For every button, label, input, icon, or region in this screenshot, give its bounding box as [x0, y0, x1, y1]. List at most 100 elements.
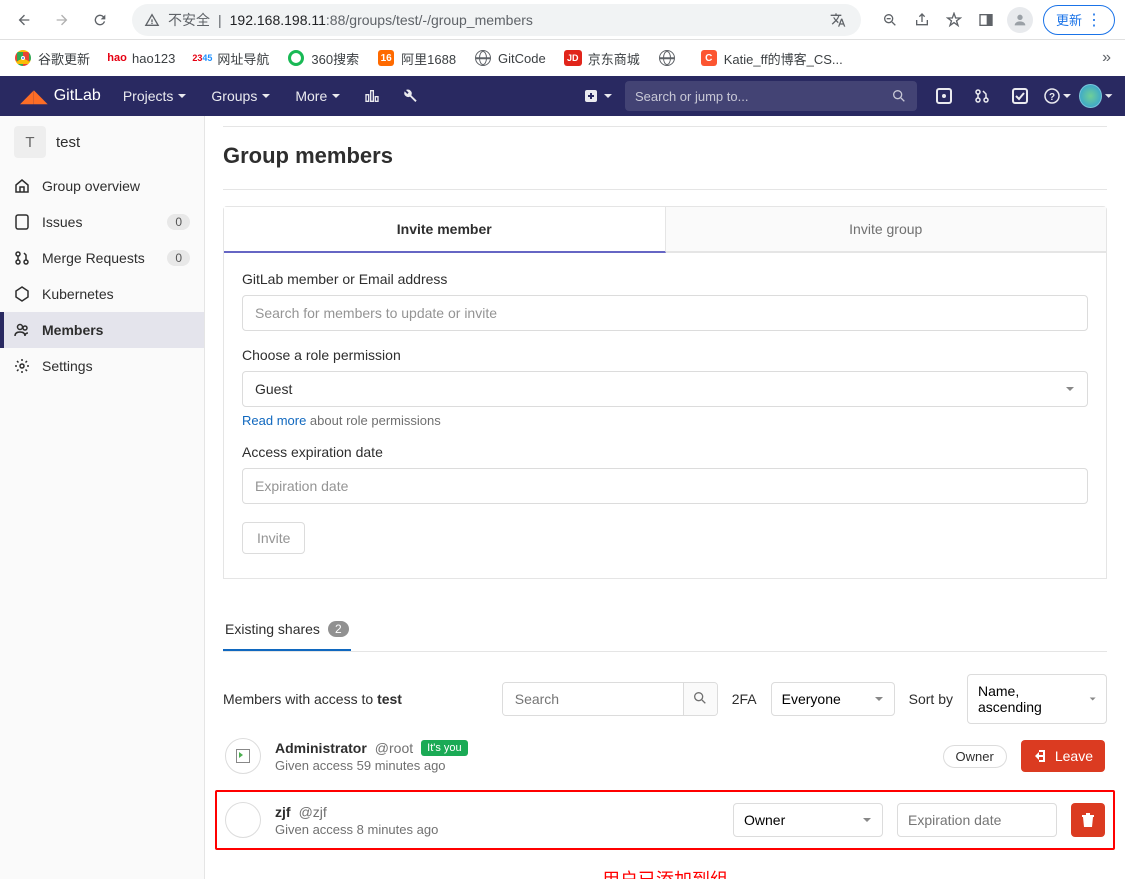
member-handle: @root: [375, 740, 413, 756]
expiration-input[interactable]: [242, 468, 1088, 504]
share-icon[interactable]: [911, 9, 933, 31]
insecure-label: 不安全: [168, 10, 210, 30]
member-filter-search-button[interactable]: [683, 683, 717, 715]
role-help: Read more about role permissions: [242, 413, 1088, 428]
delete-member-button[interactable]: [1071, 803, 1105, 837]
gitlab-logo[interactable]: ◢◣ GitLab: [12, 86, 109, 107]
header-projects[interactable]: Projects: [113, 80, 198, 112]
url-text: 192.168.198.11:88/groups/test/-/group_me…: [230, 12, 819, 28]
member-role-select[interactable]: Owner: [733, 803, 883, 837]
bookmark-empty[interactable]: [658, 49, 682, 67]
user-menu[interactable]: [1079, 80, 1113, 112]
twofa-select[interactable]: Everyone: [771, 682, 895, 716]
divider: [223, 126, 1107, 127]
divider: [223, 189, 1107, 190]
gear-icon: [14, 358, 30, 374]
sidebar-item-merge-requests[interactable]: Merge Requests 0: [0, 240, 204, 276]
help-icon[interactable]: ?: [1041, 80, 1075, 112]
bookmark-hao123[interactable]: haohao123: [108, 49, 175, 67]
search-icon: [891, 88, 907, 104]
member-name[interactable]: zjf: [275, 804, 291, 820]
bookmark-1688[interactable]: 16阿里1688: [377, 49, 456, 68]
invite-form: GitLab member or Email address Choose a …: [223, 253, 1107, 579]
sidepanel-icon[interactable]: [975, 9, 997, 31]
sidebar-item-issues[interactable]: Issues 0: [0, 204, 204, 240]
access-label: Members with access to test: [223, 691, 402, 707]
svg-text:?: ?: [1049, 92, 1055, 103]
header-groups[interactable]: Groups: [201, 80, 281, 112]
update-button[interactable]: 更新⋮: [1043, 5, 1115, 35]
new-menu[interactable]: [581, 80, 615, 112]
page-title: Group members: [223, 143, 1107, 169]
browser-toolbar: 不安全 | 192.168.198.11:88/groups/test/-/gr…: [0, 0, 1125, 40]
members-icon: [14, 322, 30, 338]
gitlab-logo-icon: ◢◣: [20, 86, 48, 107]
bookmark-gitcode[interactable]: GitCode: [474, 49, 546, 67]
member-meta: Given access 59 minutes ago: [275, 758, 929, 773]
sortby-select[interactable]: Name, ascending: [967, 674, 1107, 724]
leave-icon: [1033, 748, 1049, 764]
sidebar-item-kubernetes[interactable]: Kubernetes: [0, 276, 204, 312]
todos-icon[interactable]: [1003, 80, 1037, 112]
tab-invite-member[interactable]: Invite member: [224, 207, 666, 253]
issues-icon[interactable]: [927, 80, 961, 112]
sidebar-group-link[interactable]: T test: [0, 116, 204, 168]
header-search[interactable]: Search or jump to...: [625, 81, 917, 111]
tab-invite-group[interactable]: Invite group: [666, 207, 1107, 252]
bookmarks-bar: 谷歌更新 haohao123 2345网址导航 360搜索 16阿里1688 G…: [0, 40, 1125, 76]
profile-icon[interactable]: [1007, 7, 1033, 33]
insecure-icon: [144, 12, 160, 28]
sidebar: T test Group overview Issues 0 Merge Req…: [0, 116, 205, 879]
star-icon[interactable]: [943, 9, 965, 31]
member-name[interactable]: Administrator: [275, 740, 367, 756]
merge-requests-icon[interactable]: [965, 80, 999, 112]
member-expiration-input[interactable]: [897, 803, 1057, 837]
sidebar-item-overview[interactable]: Group overview: [0, 168, 204, 204]
back-button[interactable]: [10, 6, 38, 34]
activity-icon[interactable]: [355, 80, 389, 112]
read-more-link[interactable]: Read more: [242, 413, 306, 428]
member-meta: Given access 8 minutes ago: [275, 822, 719, 837]
sidebar-item-members[interactable]: Members: [0, 312, 204, 348]
invite-button[interactable]: Invite: [242, 522, 305, 554]
tab-existing-shares[interactable]: Existing shares 2: [223, 609, 351, 651]
header-more[interactable]: More: [285, 80, 351, 112]
bookmarks-overflow[interactable]: »: [1102, 49, 1111, 67]
member-filter-input[interactable]: [503, 683, 683, 715]
bookmark-chrome[interactable]: 谷歌更新: [14, 49, 90, 68]
issues-count: 0: [167, 214, 190, 230]
its-you-badge: It's you: [421, 740, 468, 756]
invite-tabs: Invite member Invite group: [223, 206, 1107, 253]
sortby-label: Sort by: [909, 691, 953, 707]
zoom-icon[interactable]: [879, 9, 901, 31]
role-select[interactable]: Guest: [242, 371, 1088, 407]
issues-sidebar-icon: [14, 214, 30, 230]
reload-button[interactable]: [86, 6, 114, 34]
mr-count: 0: [167, 250, 190, 266]
content: Group members Invite member Invite group…: [205, 116, 1125, 879]
member-label: GitLab member or Email address: [242, 271, 1088, 287]
translate-icon[interactable]: [827, 9, 849, 31]
gitlab-header: ◢◣ GitLab Projects Groups More Search or…: [0, 76, 1125, 116]
avatar: [225, 802, 261, 838]
mr-sidebar-icon: [14, 250, 30, 266]
chevron-down-icon: [1065, 384, 1075, 394]
chevron-down-icon: [874, 694, 884, 704]
bookmark-360[interactable]: 360搜索: [287, 49, 359, 68]
member-row-admin: Administrator @root It's you Given acces…: [223, 724, 1107, 788]
bookmark-csdn[interactable]: CKatie_ff的博客_CS...: [700, 49, 843, 68]
bookmark-jd[interactable]: JD京东商城: [564, 49, 640, 68]
member-search-input[interactable]: [242, 295, 1088, 331]
owner-badge: Owner: [943, 745, 1007, 768]
leave-button[interactable]: Leave: [1021, 740, 1105, 772]
wrench-icon[interactable]: [393, 80, 427, 112]
expiration-label: Access expiration date: [242, 444, 1088, 460]
user-avatar-icon: [1079, 84, 1102, 108]
broken-image-icon: [236, 749, 250, 763]
avatar: [225, 738, 261, 774]
sidebar-item-settings[interactable]: Settings: [0, 348, 204, 384]
url-bar[interactable]: 不安全 | 192.168.198.11:88/groups/test/-/gr…: [132, 4, 861, 36]
member-filter-search: [502, 682, 718, 716]
bookmark-2345[interactable]: 2345网址导航: [193, 49, 269, 68]
member-handle: @zjf: [299, 804, 327, 820]
